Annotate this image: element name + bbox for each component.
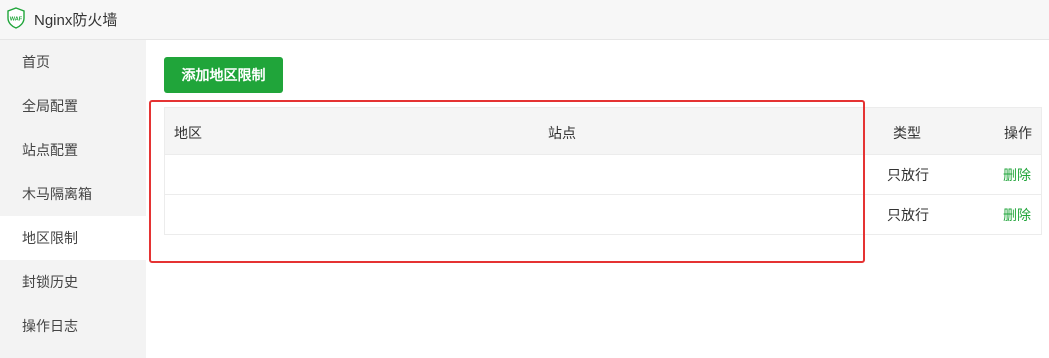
sidebar-item-operation-log[interactable]: 操作日志 [0, 304, 146, 348]
sidebar-item-global-config[interactable]: 全局配置 [0, 84, 146, 128]
sidebar-item-trojan-quarantine[interactable]: 木马隔离箱 [0, 172, 146, 216]
sidebar-item-site-config[interactable]: 站点配置 [0, 128, 146, 172]
delete-link[interactable]: 删除 [1003, 205, 1031, 225]
waf-shield-logo-icon: WAF [7, 7, 25, 29]
sidebar-item-region-limit[interactable]: 地区限制 [0, 216, 146, 260]
title-bar: WAF Nginx防火墙 [0, 0, 1049, 40]
column-header-region: 地区 [174, 125, 202, 141]
column-header-site: 站点 [548, 125, 576, 141]
table-row: 只放行 删除 [164, 155, 1042, 195]
add-region-limit-button[interactable]: 添加地区限制 [164, 57, 283, 93]
column-header-action: 操作 [1004, 125, 1032, 141]
table-row: 只放行 删除 [164, 195, 1042, 235]
delete-link[interactable]: 删除 [1003, 165, 1031, 185]
column-header-type: 类型 [893, 125, 921, 141]
cell-type: 只放行 [887, 167, 929, 183]
sidebar-item-block-history[interactable]: 封锁历史 [0, 260, 146, 304]
sidebar-item-home[interactable]: 首页 [0, 40, 146, 84]
app-title: Nginx防火墙 [34, 12, 118, 29]
sidebar: 首页 全局配置 站点配置 木马隔离箱 地区限制 封锁历史 操作日志 [0, 40, 146, 358]
cell-type: 只放行 [887, 207, 929, 223]
svg-text:WAF: WAF [10, 17, 23, 23]
table-header: 地区 站点 类型 操作 [164, 107, 1042, 155]
